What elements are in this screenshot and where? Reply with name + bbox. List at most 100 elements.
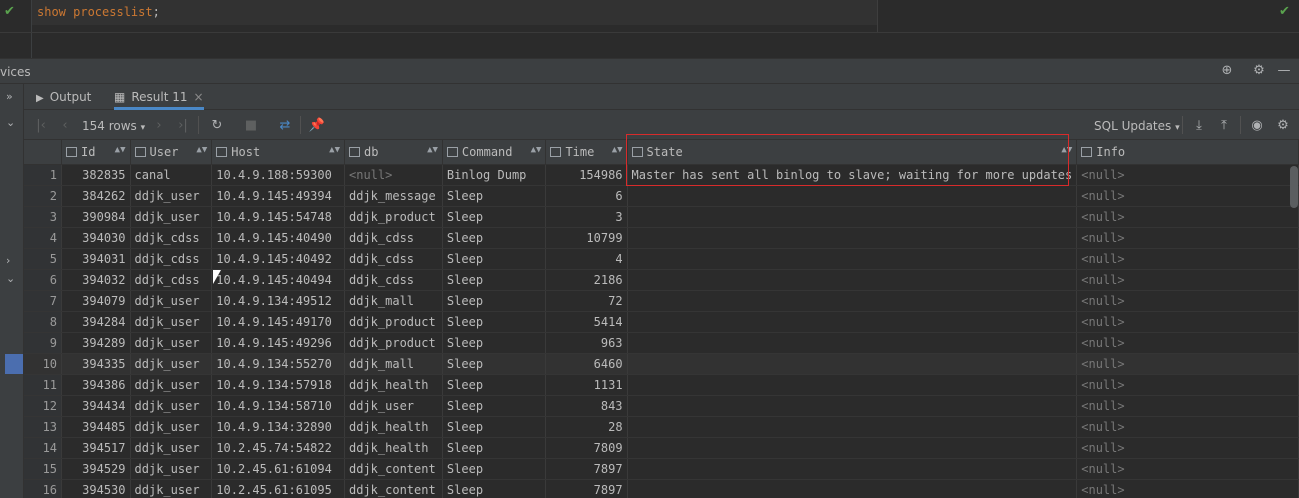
cell-db[interactable]: ddjk_cdss	[344, 269, 443, 291]
cell-state[interactable]: Master has sent all binlog to slave; wai…	[627, 164, 1078, 186]
row-number[interactable]: 15	[24, 458, 63, 480]
cell-time[interactable]: 28	[545, 416, 628, 438]
cell-info[interactable]: <null>	[1076, 458, 1299, 480]
transpose-icon[interactable]: ⇄	[276, 117, 294, 135]
cell-host[interactable]: 10.2.45.61:61094	[211, 458, 345, 480]
cell-time[interactable]: 1131	[545, 374, 628, 396]
target-icon[interactable]: ⊕	[1219, 63, 1235, 79]
close-icon[interactable]: ×	[194, 90, 204, 104]
table-row[interactable]: 9 394289 ddjk_user 10.4.9.145:49296 ddjk_pro…	[24, 332, 1299, 354]
column-header-state[interactable]: State ▲▼	[627, 140, 1078, 165]
column-header-time[interactable]: Time ▲▼	[545, 140, 628, 165]
table-row[interactable]: 11 394386 ddjk_user 10.4.9.134:57918 ddjk_he…	[24, 374, 1299, 396]
pin-icon[interactable]: 📌	[308, 117, 326, 135]
cell-db[interactable]: ddjk_health	[344, 437, 443, 459]
cell-user[interactable]: ddjk_cdss	[130, 269, 213, 291]
cell-db[interactable]: ddjk_product	[344, 311, 443, 333]
row-number[interactable]: 11	[24, 374, 63, 396]
cell-id[interactable]: 394031	[61, 248, 131, 270]
cell-id[interactable]: 384262	[61, 185, 131, 207]
cell-command[interactable]: Binlog Dump	[442, 164, 547, 186]
cell-id[interactable]: 394079	[61, 290, 131, 312]
cell-command[interactable]: Sleep	[442, 185, 547, 207]
cell-user[interactable]: ddjk_user	[130, 416, 213, 438]
cell-time[interactable]: 3	[545, 206, 628, 228]
cell-db[interactable]: ddjk_mall	[344, 353, 443, 375]
cell-db[interactable]: ddjk_cdss	[344, 248, 443, 270]
tab-output[interactable]: ▶ Output	[36, 84, 91, 110]
cell-state[interactable]	[627, 353, 1078, 375]
previous-page-icon[interactable]: ‹	[56, 117, 74, 135]
sort-icon[interactable]: ▲▼	[531, 145, 542, 155]
gear-icon[interactable]: ⚙	[1251, 63, 1267, 79]
cell-command[interactable]: Sleep	[442, 290, 547, 312]
cell-id[interactable]: 394289	[61, 332, 131, 354]
cell-info[interactable]: <null>	[1076, 395, 1299, 417]
cell-user[interactable]: ddjk_user	[130, 395, 213, 417]
cell-info[interactable]: <null>	[1076, 416, 1299, 438]
cell-id[interactable]: 394335	[61, 353, 131, 375]
cell-state[interactable]	[627, 374, 1078, 396]
cell-info[interactable]: <null>	[1076, 353, 1299, 375]
table-row[interactable]: 1 382835 canal 10.4.9.188:59300 <null> Binlog…	[24, 164, 1299, 186]
chevron-right-icon[interactable]: ›	[6, 254, 10, 267]
cell-command[interactable]: Sleep	[442, 458, 547, 480]
row-number[interactable]: 14	[24, 437, 63, 459]
cell-command[interactable]: Sleep	[442, 353, 547, 375]
cell-db[interactable]: ddjk_content	[344, 458, 443, 480]
cell-user[interactable]: ddjk_user	[130, 206, 213, 228]
cell-command[interactable]: Sleep	[442, 416, 547, 438]
cell-info[interactable]: <null>	[1076, 227, 1299, 249]
cell-user[interactable]: ddjk_user	[130, 458, 213, 480]
cell-user[interactable]: ddjk_user	[130, 479, 213, 498]
table-row[interactable]: 14 394517 ddjk_user 10.2.45.74:54822 ddjk_he…	[24, 437, 1299, 459]
cell-id[interactable]: 394485	[61, 416, 131, 438]
row-number[interactable]: 4	[24, 227, 63, 249]
column-header-host[interactable]: Host ▲▼	[211, 140, 345, 165]
row-number[interactable]: 3	[24, 206, 63, 228]
cell-db[interactable]: ddjk_content	[344, 479, 443, 498]
cell-user[interactable]: ddjk_user	[130, 353, 213, 375]
cell-command[interactable]: Sleep	[442, 374, 547, 396]
table-row[interactable]: 13 394485 ddjk_user 10.4.9.134:32890 ddjk_he…	[24, 416, 1299, 438]
cell-host[interactable]: 10.4.9.145:49296	[211, 332, 345, 354]
cell-info[interactable]: <null>	[1076, 185, 1299, 207]
cell-db[interactable]: ddjk_health	[344, 374, 443, 396]
cell-host[interactable]: 10.2.45.61:61095	[211, 479, 345, 498]
cell-time[interactable]: 963	[545, 332, 628, 354]
cell-command[interactable]: Sleep	[442, 479, 547, 498]
cell-info[interactable]: <null>	[1076, 311, 1299, 333]
cell-info[interactable]: <null>	[1076, 290, 1299, 312]
tab-result[interactable]: ▦ Result 11 ×	[114, 84, 204, 110]
cell-db[interactable]: ddjk_message	[344, 185, 443, 207]
cell-host[interactable]: 10.4.9.134:58710	[211, 395, 345, 417]
cell-id[interactable]: 394517	[61, 437, 131, 459]
download-icon[interactable]: ⤓	[1190, 117, 1208, 135]
cell-host[interactable]: 10.2.45.74:54822	[211, 437, 345, 459]
cell-command[interactable]: Sleep	[442, 206, 547, 228]
cell-db[interactable]: <null>	[344, 164, 443, 186]
cell-user[interactable]: ddjk_user	[130, 374, 213, 396]
chevron-down-icon[interactable]: ⌄	[6, 272, 15, 285]
cell-state[interactable]	[627, 290, 1078, 312]
last-page-icon[interactable]: ›|	[174, 117, 192, 135]
column-header-command[interactable]: Command ▲▼	[442, 140, 547, 165]
sort-icon[interactable]: ▲▼	[612, 145, 623, 155]
cell-state[interactable]	[627, 227, 1078, 249]
table-row[interactable]: 12 394434 ddjk_user 10.4.9.134:58710 ddjk_us…	[24, 395, 1299, 417]
table-row[interactable]: 15 394529 ddjk_user 10.2.45.61:61094 ddjk_co…	[24, 458, 1299, 480]
cell-user[interactable]: ddjk_cdss	[130, 248, 213, 270]
row-number[interactable]: 13	[24, 416, 63, 438]
cell-id[interactable]: 394284	[61, 311, 131, 333]
row-number[interactable]: 1	[24, 164, 63, 186]
cell-host[interactable]: 10.4.9.145:49170	[211, 311, 345, 333]
cell-id[interactable]: 394386	[61, 374, 131, 396]
table-row[interactable]: 5 394031 ddjk_cdss 10.4.9.145:40492 ddjk_cds…	[24, 248, 1299, 270]
stop-icon[interactable]: ■	[242, 117, 260, 135]
sql-editor[interactable]: ✔ show processlist; ✔	[0, 0, 1299, 58]
cell-command[interactable]: Sleep	[442, 437, 547, 459]
cell-db[interactable]: ddjk_health	[344, 416, 443, 438]
cell-db[interactable]: ddjk_product	[344, 332, 443, 354]
row-number[interactable]: 8	[24, 311, 63, 333]
table-row[interactable]: 4 394030 ddjk_cdss 10.4.9.145:40490 ddjk_cds…	[24, 227, 1299, 249]
